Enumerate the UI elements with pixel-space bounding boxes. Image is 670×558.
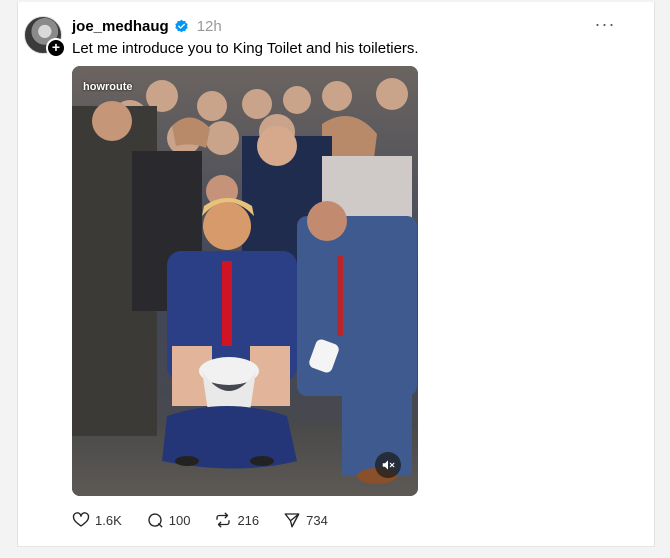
send-icon [284,513,300,528]
more-options-icon[interactable]: ··· [594,15,616,36]
author-avatar[interactable]: + [24,16,66,58]
comment-bubble-icon [148,513,163,528]
follow-plus-icon[interactable]: + [46,38,66,58]
heart-icon [72,512,90,527]
post-text: Let me introduce you to King Toilet and … [72,40,419,57]
like-count: 1.6K [95,512,122,528]
post-video[interactable]: howroute [72,66,418,496]
like-button[interactable]: 1.6K [72,511,122,529]
share-button[interactable]: 734 [283,511,328,529]
reply-button[interactable]: 100 [146,511,191,529]
username[interactable]: joe_medhaug [72,18,169,35]
divider [17,546,655,547]
reply-count: 100 [168,512,191,528]
share-count: 734 [306,512,328,528]
video-watermark: howroute [83,81,133,93]
repost-count: 216 [237,512,260,528]
post-header: joe_medhaug 12h [72,16,222,36]
mute-button[interactable] [375,452,401,478]
verified-badge-icon [174,19,188,32]
repost-button[interactable]: 216 [214,511,259,529]
speaker-muted-icon [382,460,395,470]
repost-icon [216,512,231,528]
video-frame [72,66,418,496]
post-timestamp[interactable]: 12h [197,18,222,35]
post-actions: 1.6K 100 216 734 [72,510,352,530]
